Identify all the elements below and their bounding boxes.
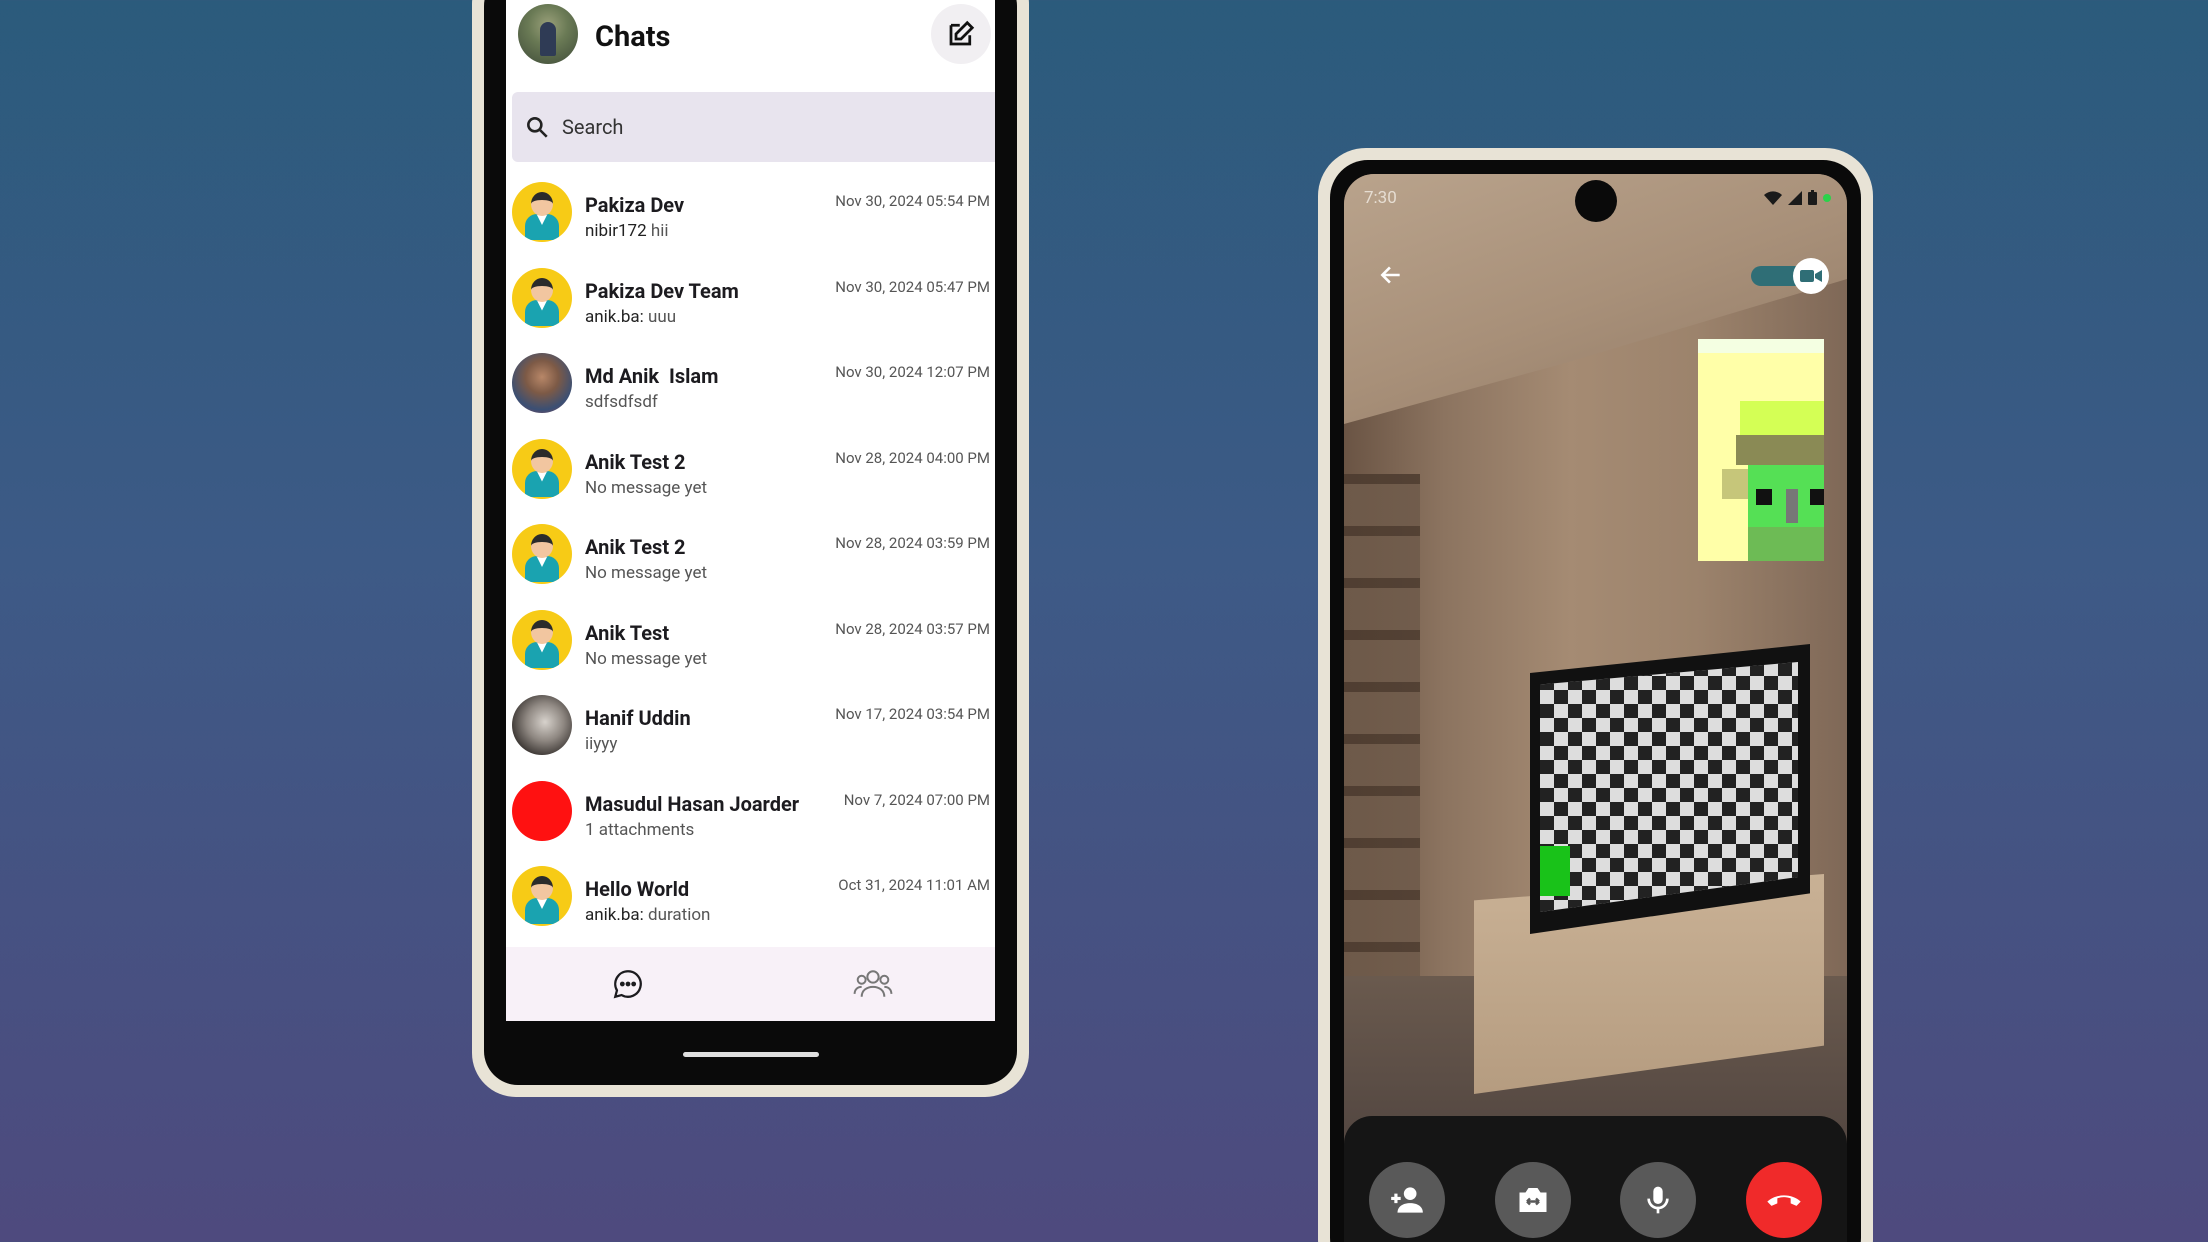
remote-video-green-block — [1540, 846, 1570, 896]
switch-camera-icon — [1519, 1188, 1547, 1212]
group-icon — [853, 970, 893, 997]
end-call-icon — [1767, 1195, 1801, 1206]
chat-name: Hanif Uddin — [585, 706, 691, 730]
chat-list-item[interactable]: Masudul Hasan Joarder 1 attachments Nov … — [506, 771, 995, 857]
chats-header: Chats — [506, 0, 995, 82]
contact-avatar — [512, 609, 572, 670]
battery-icon — [1808, 190, 1817, 205]
signal-icon — [1788, 190, 1802, 205]
contact-avatar — [512, 438, 572, 499]
chats-screen: Chats Search Pakiza Dev nibir172 hii Nov… — [506, 0, 995, 1021]
chat-list-item[interactable]: Hanif Uddin iiyyy Nov 17, 2024 03:54 PM — [506, 685, 995, 771]
new-chat-button[interactable] — [931, 4, 991, 64]
contact-avatar — [512, 524, 572, 584]
search-input[interactable]: Search — [512, 92, 995, 162]
chat-preview: anik.ba: uuu — [585, 306, 677, 327]
search-placeholder: Search — [562, 115, 624, 139]
add-person-icon — [1391, 1187, 1423, 1213]
videocam-icon — [1800, 270, 1822, 282]
chat-name: Md Anik Islam — [585, 364, 719, 388]
nav-chats[interactable] — [506, 947, 751, 1021]
search-icon — [527, 117, 548, 138]
video-toggle[interactable] — [1751, 258, 1829, 294]
chat-preview: No message yet — [585, 477, 708, 498]
edit-icon — [949, 20, 975, 46]
chat-time: Nov 28, 2024 04:00 PM — [835, 448, 990, 467]
call-phone-bezel: 7:30 — [1330, 160, 1861, 1242]
chat-name: Pakiza Dev — [585, 193, 685, 217]
chat-name: Masudul Hasan Joarder — [585, 791, 800, 816]
camera-in-use-dot-icon — [1823, 193, 1831, 202]
chat-preview: 1 attachments — [585, 819, 695, 840]
add-participant-button[interactable] — [1368, 1162, 1445, 1238]
chat-bubble-icon — [613, 970, 643, 999]
chat-time: Nov 28, 2024 03:59 PM — [835, 534, 990, 552]
arrow-back-icon — [1380, 266, 1400, 284]
contact-avatar — [512, 695, 572, 755]
chat-time: Nov 30, 2024 12:07 PM — [835, 363, 990, 381]
wifi-icon — [1764, 190, 1782, 205]
contact-avatar — [512, 182, 572, 242]
chat-preview: No message yet — [585, 563, 708, 583]
chat-name: Anik Test — [585, 620, 670, 645]
chat-time: Nov 30, 2024 05:47 PM — [835, 277, 990, 296]
chat-name: Pakiza Dev Team — [585, 278, 739, 303]
back-button[interactable] — [1378, 262, 1404, 292]
chat-list-item[interactable]: Anik Test 2 No message yet Nov 28, 2024 … — [506, 429, 995, 515]
chat-preview: iiyyy — [585, 734, 618, 754]
local-video-preview[interactable] — [1698, 339, 1824, 561]
profile-avatar[interactable] — [518, 4, 578, 64]
chat-list-item[interactable]: Md Anik Islam sdfsdfsdf Nov 30, 2024 12:… — [506, 343, 995, 429]
chat-list-item[interactable]: Hello World anik.ba: duration Oct 31, 20… — [506, 856, 995, 942]
video-toggle-knob — [1793, 258, 1829, 294]
remote-video-bookshelf — [1344, 474, 1420, 994]
chat-list: Pakiza Dev nibir172 hii Nov 30, 2024 05:… — [506, 172, 995, 942]
contact-avatar — [512, 353, 572, 413]
contact-avatar — [512, 866, 572, 926]
front-camera — [1574, 180, 1617, 222]
chat-preview: No message yet — [585, 648, 708, 669]
remote-video-tv-screen — [1540, 662, 1798, 912]
nav-groups[interactable] — [751, 947, 996, 1021]
end-call-button[interactable] — [1746, 1162, 1823, 1238]
page-title: Chats — [595, 20, 671, 54]
chat-preview: sdfsdfsdf — [585, 392, 658, 412]
home-indicator — [682, 1052, 819, 1057]
system-icons — [1764, 190, 1831, 205]
chat-time: Nov 7, 2024 07:00 PM — [843, 790, 990, 809]
chat-list-item[interactable]: Anik Test 2 No message yet Nov 28, 2024 … — [506, 514, 995, 600]
status-bar: 7:30 — [1344, 174, 1847, 224]
video-call-screen: 7:30 — [1344, 174, 1847, 1242]
chat-preview: anik.ba: duration — [585, 905, 711, 925]
chat-name: Anik Test 2 — [585, 535, 686, 559]
chat-preview: nibir172 hii — [585, 221, 669, 241]
chat-time: Nov 17, 2024 03:54 PM — [835, 705, 990, 723]
chat-name: Hello World — [585, 877, 690, 901]
chat-time: Nov 28, 2024 03:57 PM — [835, 619, 990, 638]
bottom-navigation — [506, 947, 995, 1021]
contact-avatar — [512, 780, 572, 841]
chat-name: Anik Test 2 — [585, 449, 686, 474]
chat-list-item[interactable]: Pakiza Dev Team anik.ba: uuu Nov 30, 202… — [506, 258, 995, 344]
chat-time: Nov 30, 2024 05:54 PM — [835, 192, 990, 210]
chat-list-item[interactable]: Pakiza Dev nibir172 hii Nov 30, 2024 05:… — [506, 172, 995, 258]
chats-phone-bezel: Chats Search Pakiza Dev nibir172 hii Nov… — [484, 0, 1017, 1085]
chat-list-item[interactable]: Anik Test No message yet Nov 28, 2024 03… — [506, 600, 995, 686]
contact-avatar — [512, 267, 572, 328]
mic-icon — [1647, 1186, 1670, 1214]
status-clock: 7:30 — [1364, 188, 1397, 208]
chats-phone-frame: Chats Search Pakiza Dev nibir172 hii Nov… — [472, 0, 1029, 1097]
switch-camera-button[interactable] — [1494, 1162, 1571, 1238]
chat-time: Oct 31, 2024 11:01 AM — [838, 876, 990, 894]
call-controls — [1344, 1116, 1847, 1242]
mute-button[interactable] — [1620, 1162, 1697, 1238]
call-phone-frame: 7:30 — [1318, 148, 1873, 1242]
